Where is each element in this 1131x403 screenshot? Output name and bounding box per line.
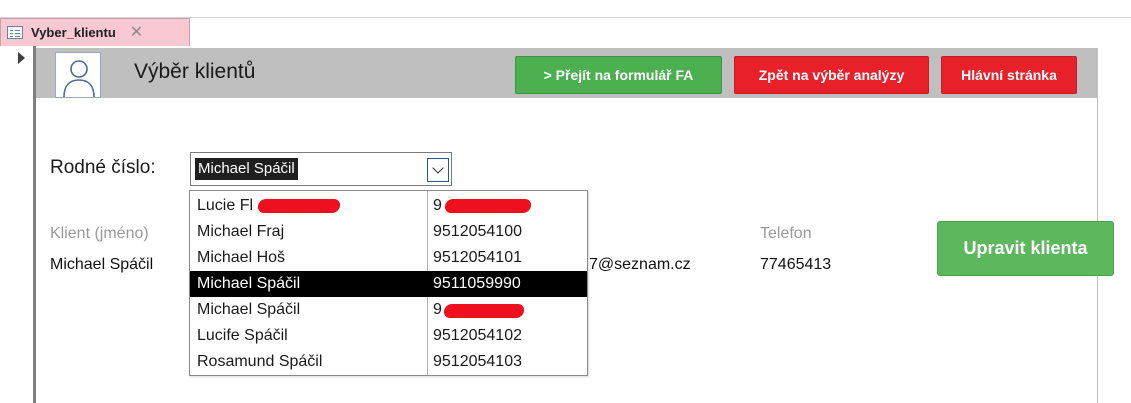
row-rodne-cislo: 9511059990 — [433, 275, 521, 292]
row-rodne-cislo: 9512054100 — [433, 223, 522, 240]
client-name-label: Klient (jméno) — [50, 225, 149, 242]
tab-title: Vyber_klientu — [31, 25, 116, 40]
row-name: Michael Hoš — [197, 249, 286, 266]
phone-label: Telefon — [760, 225, 812, 242]
row-name: Lucife Spáčil — [197, 327, 288, 344]
window-top-strip — [0, 0, 1131, 18]
redaction-mark — [444, 199, 532, 213]
document-tab[interactable]: Vyber_klientu ✕ — [0, 18, 190, 46]
dropdown-row[interactable]: Michael Spáčil 9 — [190, 297, 587, 323]
form-icon — [7, 26, 23, 39]
rodne-cislo-label: Rodné číslo: — [50, 157, 156, 178]
page-title: Výběr klientů — [134, 60, 256, 83]
client-dropdown-list[interactable]: Lucie Fl 9 Michael Fraj 9512054100 Micha… — [189, 190, 588, 376]
dropdown-row-selected[interactable]: Michael Spáčil 9511059990 — [190, 271, 587, 297]
record-selector-icon[interactable] — [18, 52, 25, 64]
dropdown-row[interactable]: Michael Hoš 9512054101 — [190, 245, 587, 271]
combo-dropdown-button[interactable] — [427, 158, 449, 182]
email-value: 7@seznam.cz — [589, 256, 691, 273]
row-rodne-cislo: 9512054103 — [433, 353, 522, 370]
combo-selected-value: Michael Spáčil — [195, 158, 298, 180]
back-to-analysis-button[interactable]: Zpět na výběr analýzy — [734, 56, 929, 94]
user-icon — [55, 52, 101, 98]
rodne-cislo-combobox[interactable]: Michael Spáčil — [190, 152, 452, 186]
row-rodne-cislo: 9 — [433, 197, 442, 214]
go-to-fa-form-button[interactable]: > Přejít na formulář FA — [515, 56, 722, 94]
row-rodne-cislo: 9512054101 — [433, 249, 522, 266]
row-name: Rosamund Spáčil — [197, 353, 323, 370]
dropdown-row[interactable]: Rosamund Spáčil 9512054103 — [190, 349, 587, 375]
dropdown-row[interactable]: Michael Fraj 9512054100 — [190, 219, 587, 245]
phone-value: 77465413 — [760, 256, 832, 273]
close-icon[interactable]: ✕ — [130, 24, 143, 41]
row-rodne-cislo: 9 — [433, 301, 442, 318]
dropdown-row[interactable]: Lucife Spáčil 9512054102 — [190, 323, 587, 349]
row-name: Michael Spáčil — [197, 275, 301, 292]
main-page-button[interactable]: Hlávní stránka — [941, 56, 1077, 94]
redaction-mark — [257, 199, 341, 213]
row-name: Lucie Fl — [197, 197, 254, 214]
row-name: Michael Spáčil — [197, 301, 301, 318]
edit-client-button[interactable]: Upravit klienta — [937, 221, 1114, 276]
row-rodne-cislo: 9512054102 — [433, 327, 522, 344]
chevron-down-icon — [432, 162, 444, 174]
dropdown-row[interactable]: Lucie Fl 9 — [190, 193, 587, 219]
client-name-value: Michael Spáčil — [50, 256, 154, 273]
row-name: Michael Fraj — [197, 223, 285, 240]
redaction-mark — [443, 304, 525, 318]
